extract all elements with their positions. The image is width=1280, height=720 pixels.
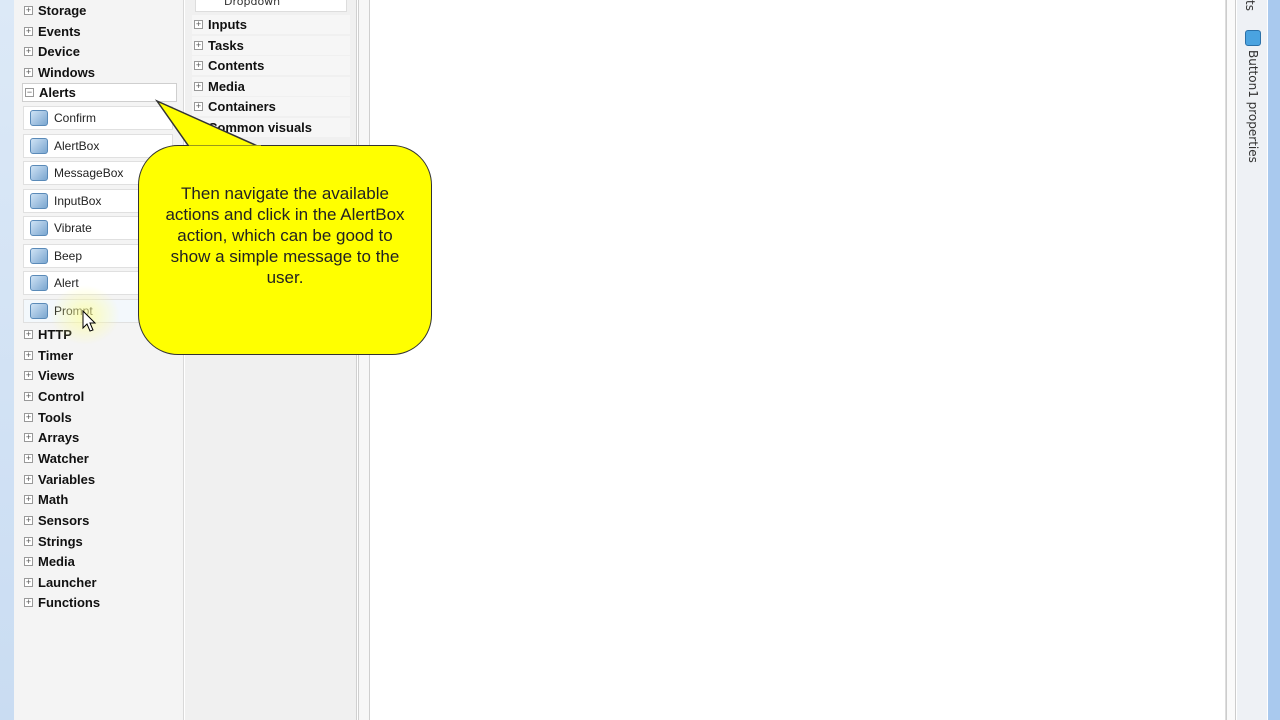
mouse-cursor-icon [82,310,97,332]
tail-joint [189,145,261,150]
